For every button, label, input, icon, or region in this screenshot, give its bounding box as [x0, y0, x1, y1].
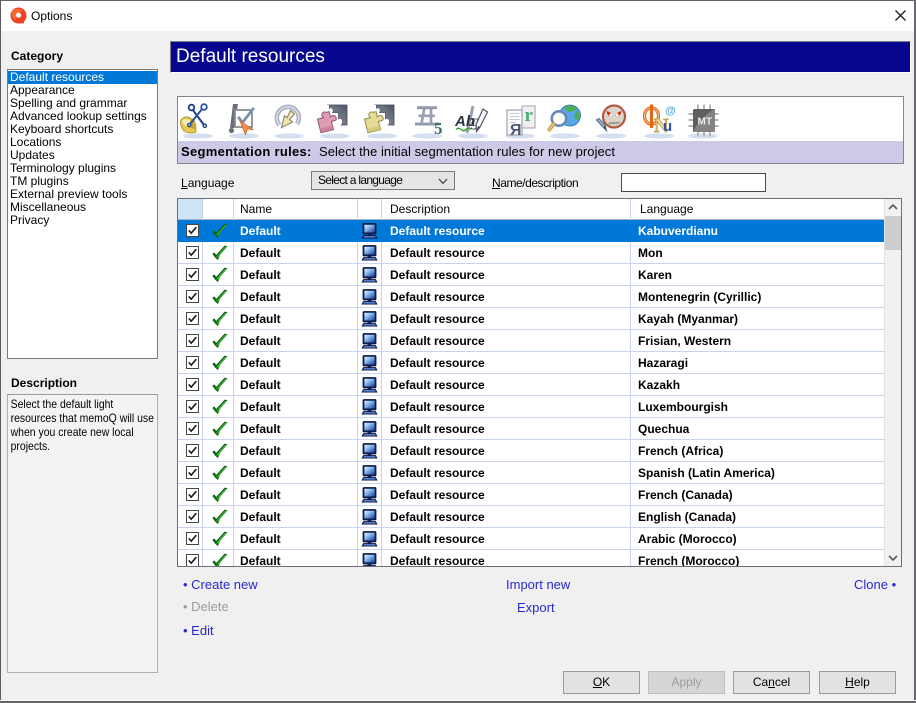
svg-text:r: r [525, 105, 534, 126]
svg-text:Я: Я [510, 122, 522, 139]
svg-text:5: 5 [434, 119, 443, 138]
svg-text:u: u [663, 118, 672, 135]
svg-text:MT: MT [698, 117, 712, 128]
